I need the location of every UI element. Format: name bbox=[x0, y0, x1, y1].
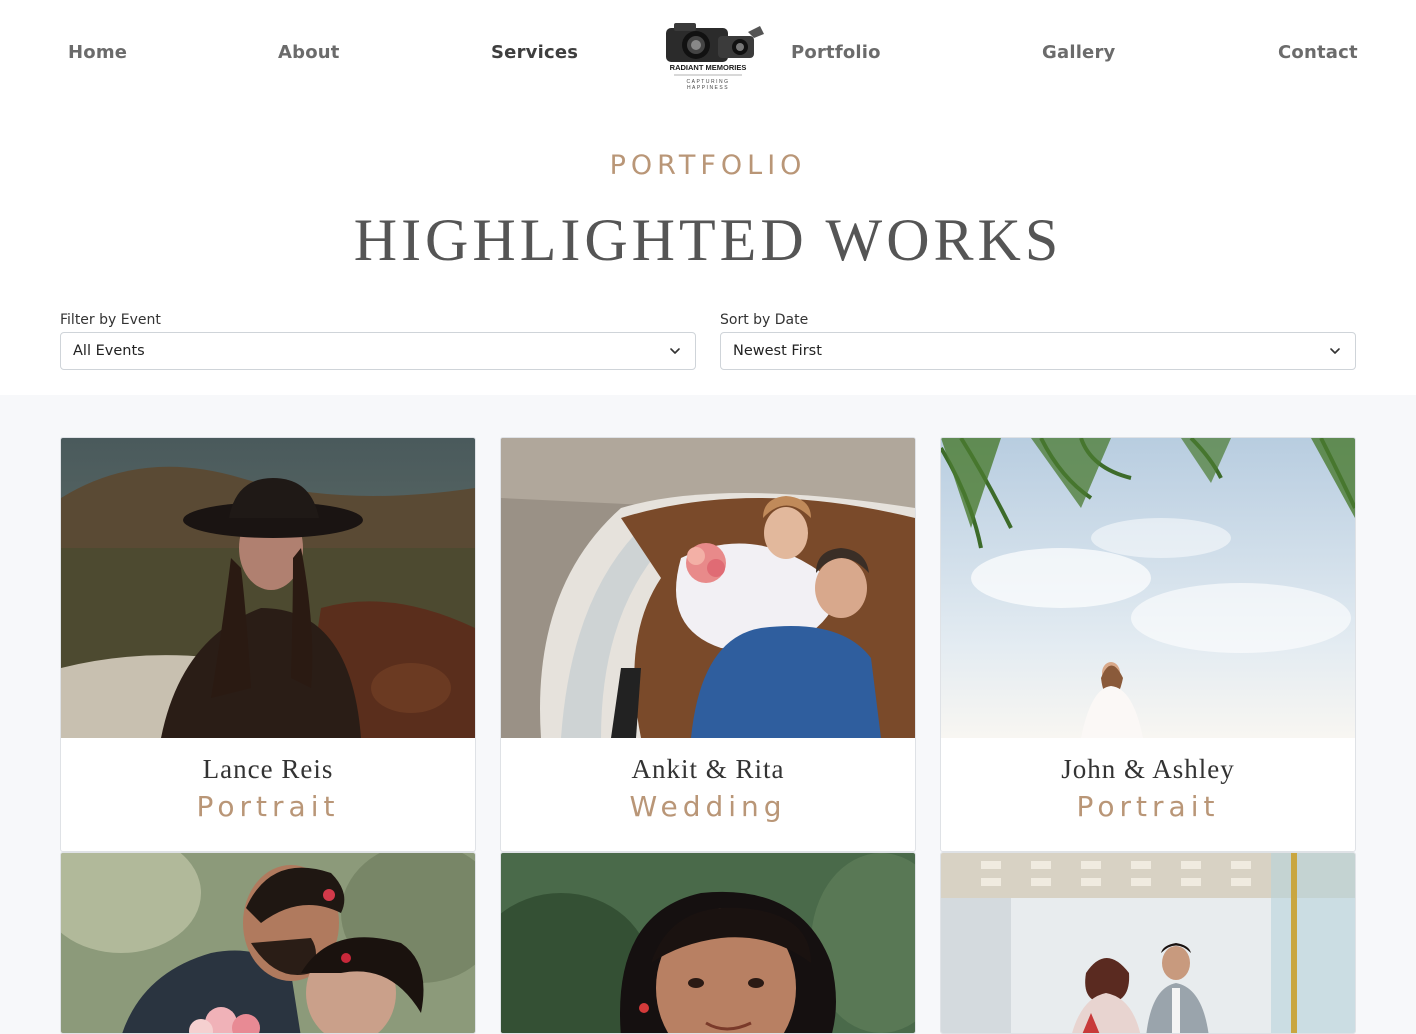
main-nav: Home About Services RADIANT MEMORIES CAP… bbox=[0, 0, 1416, 112]
nav-about[interactable]: About bbox=[278, 42, 340, 63]
card-category: Wedding bbox=[629, 790, 787, 823]
date-sort: Sort by Date Newest First bbox=[720, 312, 1356, 370]
event-filter-select[interactable]: All Events bbox=[60, 332, 696, 370]
chevron-down-icon bbox=[1330, 348, 1340, 354]
nav-gallery[interactable]: Gallery bbox=[1042, 42, 1115, 63]
nav-home[interactable]: Home bbox=[68, 42, 127, 63]
portfolio-card[interactable]: Ankit & Rita Wedding bbox=[500, 437, 916, 852]
event-filter-value: All Events bbox=[73, 343, 145, 359]
card-photo bbox=[941, 438, 1355, 738]
event-filter-label: Filter by Event bbox=[60, 312, 161, 328]
date-sort-label: Sort by Date bbox=[720, 312, 809, 328]
portfolio-card[interactable]: Lance Reis Portrait bbox=[60, 437, 476, 852]
card-photo bbox=[501, 438, 915, 738]
svg-text:HAPPINESS: HAPPINESS bbox=[687, 85, 729, 91]
nav-contact[interactable]: Contact bbox=[1278, 42, 1358, 63]
card-photo bbox=[61, 438, 475, 738]
card-photo bbox=[501, 853, 915, 1033]
portfolio-card[interactable] bbox=[60, 852, 476, 1034]
portfolio-card[interactable]: John & Ashley Portrait bbox=[940, 437, 1356, 852]
page-title: HIGHLIGHTED WORKS bbox=[353, 207, 1063, 273]
svg-text:RADIANT MEMORIES: RADIANT MEMORIES bbox=[670, 63, 747, 72]
card-photo bbox=[61, 853, 475, 1033]
date-sort-value: Newest First bbox=[733, 343, 822, 359]
site-logo[interactable]: RADIANT MEMORIES CAPTURING HAPPINESS bbox=[644, 18, 772, 94]
camera-logo-icon: RADIANT MEMORIES CAPTURING HAPPINESS bbox=[666, 23, 764, 91]
card-photo bbox=[941, 853, 1355, 1033]
card-category: Portrait bbox=[196, 790, 340, 823]
card-title: Ankit & Rita bbox=[631, 754, 785, 784]
card-category: Portrait bbox=[1076, 790, 1220, 823]
chevron-down-icon bbox=[670, 348, 680, 354]
nav-services[interactable]: Services bbox=[491, 42, 578, 63]
portfolio-card[interactable] bbox=[940, 852, 1356, 1034]
card-title: Lance Reis bbox=[202, 754, 334, 784]
nav-portfolio[interactable]: Portfolio bbox=[791, 42, 881, 63]
portfolio-card[interactable] bbox=[500, 852, 916, 1034]
event-filter: Filter by Event All Events bbox=[60, 312, 696, 370]
section-eyebrow: PORTFOLIO bbox=[609, 150, 807, 181]
date-sort-select[interactable]: Newest First bbox=[720, 332, 1356, 370]
card-title: John & Ashley bbox=[1061, 754, 1235, 784]
